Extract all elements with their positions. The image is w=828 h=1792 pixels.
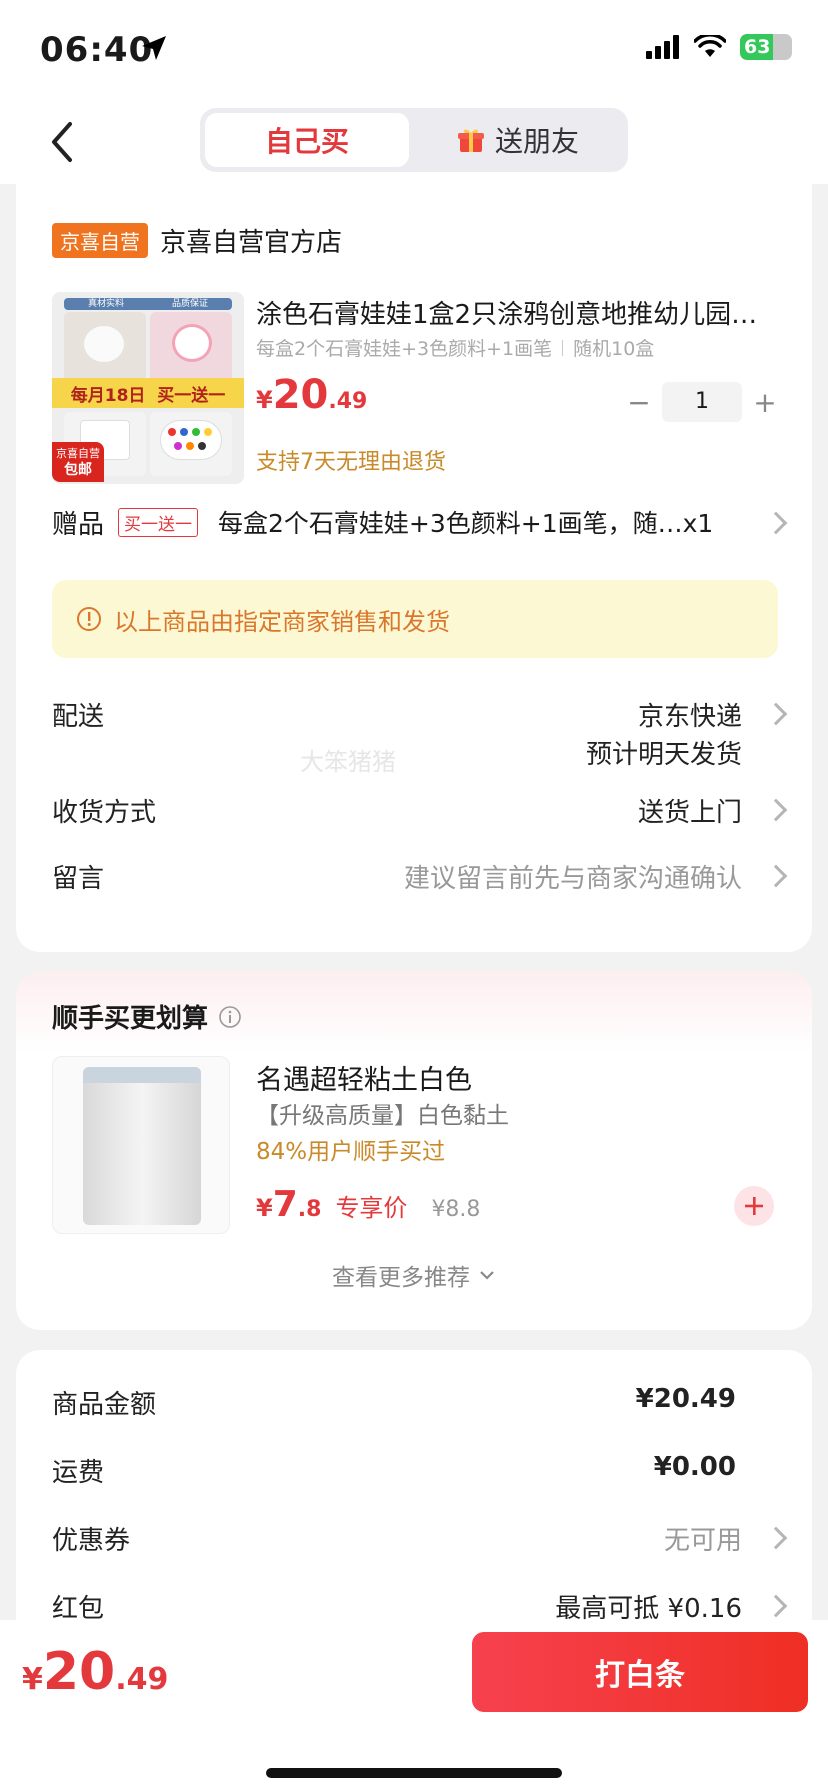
- product-image-banner: 真材实料 品质保证: [64, 298, 232, 310]
- product-spec-text: 每盒2个石膏娃娃+3色颜料+1画笔: [256, 338, 553, 360]
- addon-price-int: 7: [272, 1184, 298, 1225]
- product-spec[interactable]: 每盒2个石膏娃娃+3色颜料+1画笔 随机10盒: [256, 334, 654, 361]
- price-summary-card: 商品金额 ¥20.49 运费 ¥0.00 优惠券 无可用 红包 最高可抵 ¥0.…: [16, 1350, 812, 1630]
- info-outline-icon[interactable]: [218, 1005, 242, 1029]
- addon-price-symbol: ¥: [256, 1194, 273, 1222]
- message-label: 留言: [52, 864, 105, 894]
- home-indicator[interactable]: [266, 1768, 562, 1778]
- back-arrow-icon[interactable]: [44, 118, 84, 166]
- delivery-chevron-icon[interactable]: [764, 702, 788, 726]
- purchase-mode-switch: 自己买 送朋友: [200, 108, 628, 172]
- delivery-label: 配送: [52, 702, 105, 732]
- addon-orig-price: ¥8.8: [431, 1197, 481, 1222]
- delivery-estimate: 预计明天发货: [585, 740, 742, 770]
- addon-price: ¥7.8: [256, 1184, 321, 1225]
- cellular-signal-icon: [646, 35, 679, 59]
- location-arrow-icon: [142, 36, 166, 60]
- watermark: 大笨猪猪: [300, 748, 396, 776]
- addon-add-button[interactable]: [734, 1186, 774, 1226]
- shipping-label: 运费: [52, 1458, 105, 1488]
- shop-name: 京喜自营官方店: [160, 228, 343, 258]
- info-icon: [77, 607, 101, 631]
- battery-percent: 63: [744, 36, 771, 58]
- coupon-chevron-icon[interactable]: [764, 1526, 788, 1550]
- seller-notice: 以上商品由指定商家销售和发货: [52, 580, 778, 658]
- gift-icon: [457, 129, 484, 152]
- promo-banner: 每月18日 买一送一: [52, 378, 244, 408]
- spec-divider: [562, 339, 564, 356]
- delivery-value[interactable]: 京东快递: [638, 696, 742, 733]
- quantity-minus-button[interactable]: −: [616, 386, 662, 419]
- addon-card: 顺手买更划算 名遇超轻粘土白色 【升级高质量】白色黏土 84%用户顺手买过 ¥7…: [16, 972, 812, 1330]
- image-label-left: 真材实料: [87, 299, 124, 309]
- receive-method-value[interactable]: 送货上门: [638, 792, 742, 829]
- quantity-plus-button[interactable]: +: [742, 386, 788, 419]
- quantity-stepper: − 1 +: [616, 380, 796, 424]
- gift-row[interactable]: 赠品 买一送一 每盒2个石膏娃娃+3色颜料+1画笔，随…x1: [52, 500, 792, 544]
- coupon-label: 优惠券: [52, 1526, 131, 1556]
- chevron-down-icon: [480, 1271, 494, 1280]
- header: 自己买 送朋友: [0, 100, 828, 184]
- self-operated-badge: 京喜自营: [52, 223, 148, 258]
- tab-send-to-friend-label: 送朋友: [494, 125, 579, 158]
- coupon-value[interactable]: 无可用: [664, 1520, 742, 1557]
- battery-indicator: 63: [740, 34, 792, 60]
- addon-item-stat: 84%用户顺手买过: [256, 1139, 446, 1165]
- free-shipping-badge: 京喜自营 包邮: [52, 442, 104, 482]
- status-time: 06:40: [40, 30, 154, 70]
- addon-item-desc: 【升级高质量】白色黏土: [256, 1103, 509, 1129]
- total-price: ¥20.49: [22, 1642, 168, 1702]
- tab-send-to-friend[interactable]: 送朋友: [414, 113, 622, 167]
- addon-item-image[interactable]: [52, 1056, 230, 1234]
- view-more-label: 查看更多推荐: [332, 1265, 470, 1291]
- wifi-icon: [694, 35, 726, 57]
- message-chevron-icon[interactable]: [764, 864, 788, 888]
- badge-line-2: 包邮: [64, 462, 92, 478]
- return-policy: 支持7天无理由退货: [256, 450, 446, 475]
- quantity-field[interactable]: 1: [662, 382, 742, 422]
- order-item-card: 京喜自营 京喜自营官方店 真材实料 品质保证 每月18日 买一送一 京喜自营 包…: [16, 184, 812, 952]
- shipping-value: ¥0.00: [653, 1452, 736, 1482]
- clay-bag-photo: [83, 1067, 201, 1225]
- addon-header: 顺手买更划算: [52, 998, 242, 1035]
- receive-method-label: 收货方式: [52, 798, 157, 828]
- addon-price-row: ¥7.8 专享价 ¥8.8: [256, 1184, 480, 1225]
- shop-row[interactable]: 京喜自营 京喜自营官方店: [52, 222, 342, 259]
- gift-text: 每盒2个石膏娃娃+3色颜料+1画笔，随…x1: [218, 509, 714, 538]
- status-icons: 63: [646, 34, 792, 60]
- badge-line-1: 京喜自营: [56, 447, 100, 460]
- receive-chevron-icon[interactable]: [764, 798, 788, 822]
- product-title[interactable]: 涂色石膏娃娃1盒2只涂鸦创意地推幼儿园…: [256, 294, 796, 331]
- red-packet-chevron-icon[interactable]: [764, 1594, 788, 1618]
- seller-notice-text: 以上商品由指定商家销售和发货: [114, 607, 450, 636]
- tab-buy-for-self[interactable]: 自己买: [205, 113, 409, 167]
- price-decimal: .49: [328, 389, 368, 414]
- subtotal-value: ¥20.49: [635, 1384, 736, 1414]
- status-bar: 06:40 63: [0, 0, 828, 100]
- addon-title: 顺手买更划算: [52, 1004, 209, 1034]
- gift-label: 赠品: [52, 509, 105, 540]
- image-label-right: 品质保证: [171, 299, 208, 309]
- product-spec-extra: 随机10盒: [573, 338, 655, 360]
- price-integer: 20: [272, 372, 329, 418]
- total-price-int: 20: [42, 1642, 116, 1702]
- view-more-link[interactable]: 查看更多推荐: [16, 1258, 812, 1292]
- paint-palette-photo: [150, 412, 232, 476]
- addon-price-dec: .8: [297, 1197, 322, 1222]
- message-input[interactable]: 建议留言前先与商家沟通确认: [404, 858, 742, 895]
- plus-icon: [745, 1197, 763, 1215]
- total-price-dec: .49: [115, 1662, 169, 1697]
- gift-tag: 买一送一: [118, 507, 199, 537]
- product-image[interactable]: 真材实料 品质保证 每月18日 买一送一 京喜自营 包邮: [52, 292, 244, 484]
- total-price-symbol: ¥: [22, 1662, 43, 1697]
- subtotal-label: 商品金额: [52, 1390, 157, 1420]
- addon-price-tag: 专享价: [335, 1194, 408, 1222]
- checkout-bar: ¥20.49 打白条: [0, 1620, 828, 1792]
- pay-with-baitiao-button[interactable]: 打白条: [472, 1632, 808, 1712]
- price-symbol: ¥: [256, 386, 273, 414]
- product-price: ¥20.49: [256, 372, 367, 418]
- addon-item-name[interactable]: 名遇超轻粘土白色: [256, 1058, 472, 1097]
